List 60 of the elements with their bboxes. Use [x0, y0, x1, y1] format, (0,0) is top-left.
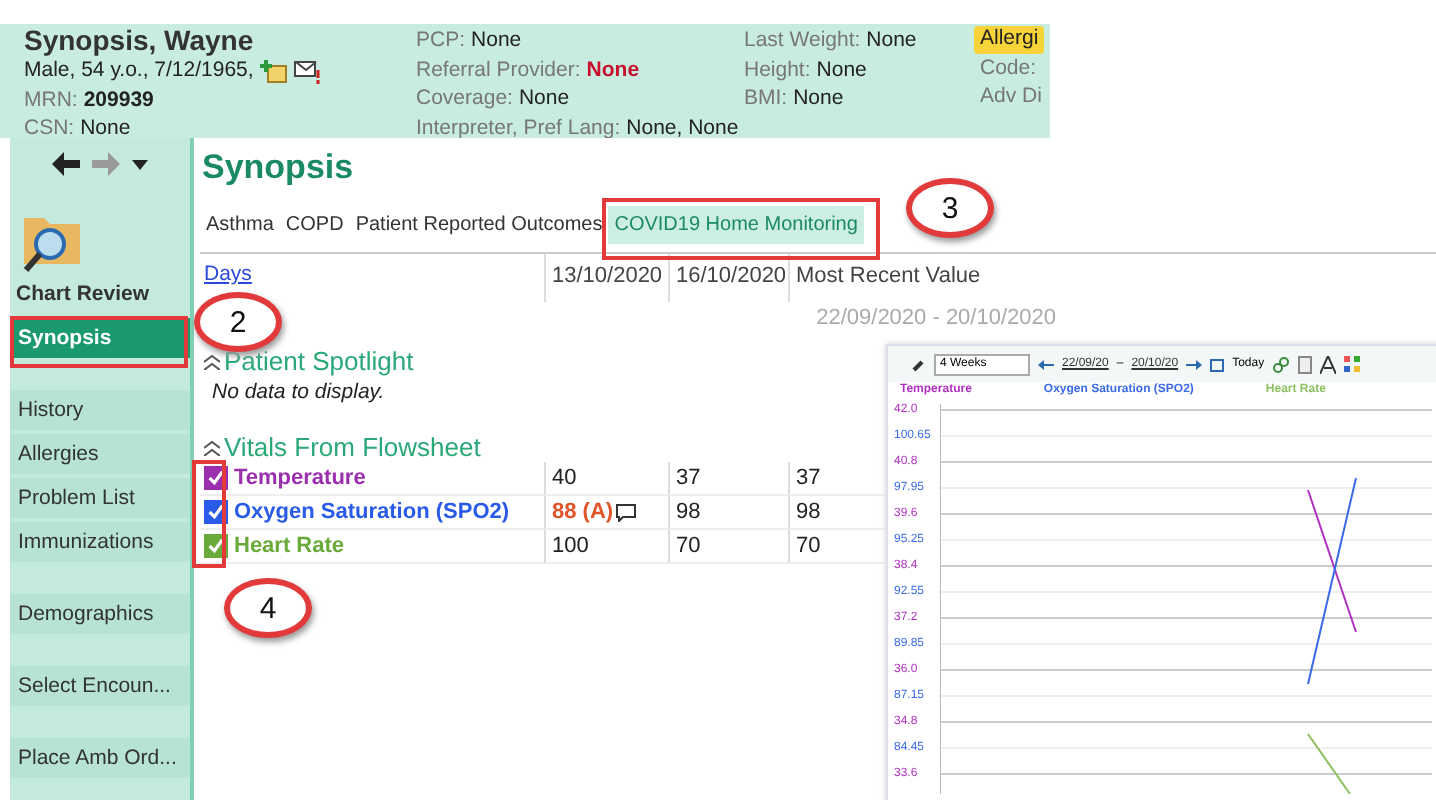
vital-name: Heart Rate	[234, 534, 345, 558]
patient-field: CSN: None	[24, 116, 416, 143]
header-label: Adv Di	[978, 84, 1044, 111]
page-title: Synopsis	[200, 146, 356, 190]
comment-icon[interactable]	[615, 503, 636, 521]
patient-summary: Male, 54 y.o., 7/12/1965,	[24, 58, 254, 85]
header-label: Code:	[978, 55, 1039, 82]
header-field: Coverage: None	[416, 86, 744, 113]
header-field: Referral Provider: None	[416, 57, 744, 84]
header-field: Last Weight: None	[744, 28, 974, 55]
highlight-frame	[192, 460, 226, 568]
sidebar-item[interactable]: Immunizations	[10, 522, 190, 562]
right-arrow-icon[interactable]	[1186, 359, 1203, 369]
collapse-chevron-icon[interactable]	[204, 353, 220, 369]
sidebar-item[interactable]: Problem List	[10, 478, 190, 518]
document-icon[interactable]	[1298, 355, 1313, 373]
vital-value: 37	[676, 464, 701, 494]
date-range: 22/09/2020 - 20/10/2020	[814, 304, 1058, 334]
vital-value: 70	[796, 532, 821, 562]
tab[interactable]: Patient Reported Outcomes	[349, 205, 609, 243]
column-header: 13/10/2020	[544, 254, 668, 302]
tab[interactable]: Asthma	[200, 205, 280, 243]
vital-name: Temperature	[234, 466, 366, 490]
vital-value: 40	[552, 464, 577, 494]
font-icon[interactable]	[1320, 355, 1337, 373]
vital-name: Oxygen Saturation (SPO2)	[234, 500, 510, 524]
allergy-badge: Allergi	[974, 26, 1045, 53]
header-field: BMI: None	[744, 86, 974, 113]
section-title: Vitals From Flowsheet	[224, 432, 481, 462]
sidebar-item[interactable]: Allergies	[10, 434, 190, 474]
vital-value: 37	[796, 464, 821, 494]
sidebar-item[interactable]: History	[10, 390, 190, 430]
section-title: Patient Spotlight	[224, 346, 414, 376]
message-alert-icon[interactable]	[293, 59, 322, 84]
grid-icon[interactable]	[1344, 356, 1361, 372]
column-header: Most Recent Value	[788, 254, 1068, 302]
sidebar-item[interactable]: Demographics	[10, 594, 190, 634]
vital-value: 88 (A)	[552, 498, 614, 528]
link-icon[interactable]	[1272, 355, 1291, 373]
vital-value: 98	[796, 498, 821, 528]
chart-review-tile[interactable]: Chart Review	[10, 190, 190, 310]
tab[interactable]: COPD	[279, 205, 350, 243]
back-arrow-icon[interactable]	[52, 152, 80, 176]
vital-value: 98	[676, 498, 701, 528]
collapse-chevron-icon[interactable]	[204, 439, 220, 455]
dropdown-caret-icon[interactable]	[132, 159, 148, 169]
days-link[interactable]: Days	[204, 262, 252, 286]
sidebar-item[interactable]: Select Encoun...	[10, 666, 190, 706]
patient-name: Synopsis, Wayne	[24, 26, 256, 56]
left-arrow-icon[interactable]	[1038, 359, 1054, 369]
sidebar-item[interactable]: Place Amb Ord...	[10, 738, 190, 778]
sidebar-item[interactable]: Synopsis	[10, 318, 190, 358]
vital-value: 100	[552, 532, 589, 562]
column-header: 16/10/2020	[668, 254, 788, 302]
empty-message: No data to display.	[210, 378, 385, 408]
vital-value: 70	[676, 532, 701, 562]
patient-field: MRN: 209939	[24, 87, 416, 114]
header-field: Interpreter, Pref Lang: None, None	[416, 115, 744, 142]
header-field: Height: None	[744, 57, 974, 84]
header-field: PCP: None	[416, 28, 744, 55]
